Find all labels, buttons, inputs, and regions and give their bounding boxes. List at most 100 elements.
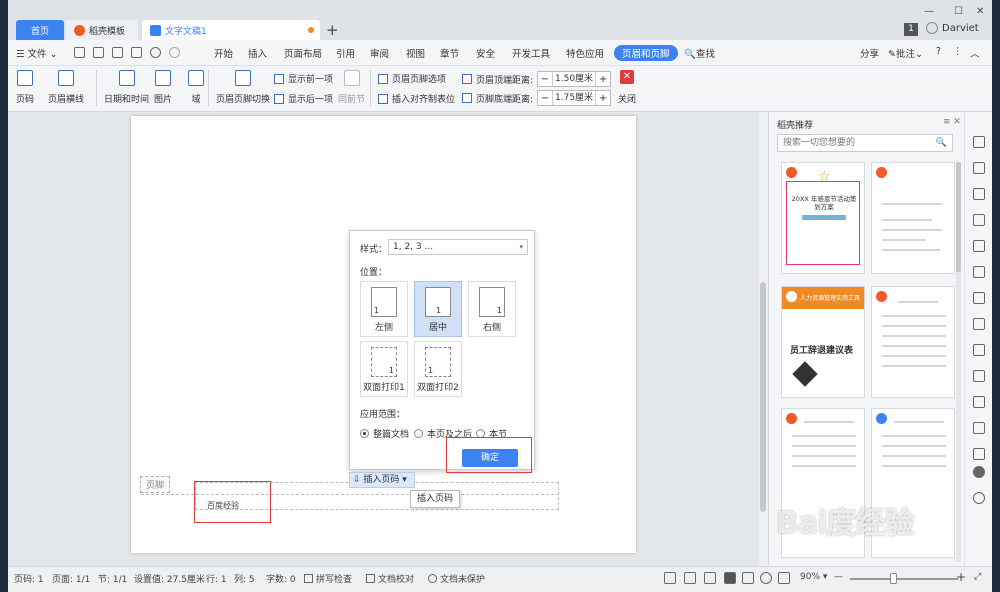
eye-protect-icon[interactable] — [778, 572, 790, 584]
spell-check-button[interactable]: 拼写检查 — [304, 572, 352, 585]
outline-view-icon[interactable] — [742, 572, 754, 584]
history-icon[interactable] — [973, 492, 985, 504]
writing-mode-icon[interactable] — [704, 572, 716, 584]
template-card[interactable]: ☆ 20XX 年感恩节活动策划方案 — [781, 162, 865, 274]
help-button[interactable]: ? — [936, 46, 941, 57]
style-icon[interactable] — [973, 214, 985, 226]
tab-document[interactable]: 文字文稿1 — [142, 20, 320, 40]
save-icon[interactable] — [74, 47, 85, 58]
datetime-button[interactable]: 日期和时间 — [104, 70, 149, 105]
menu-developer[interactable]: 开发工具 — [512, 46, 550, 60]
minimize-button[interactable]: — — [924, 6, 934, 17]
panel-title[interactable]: 稻壳推荐 — [777, 118, 813, 131]
picture-button[interactable]: 图片 — [154, 70, 172, 105]
header-line-button[interactable]: 页眉横线 — [48, 70, 84, 105]
reading-mode-icon[interactable] — [684, 572, 696, 584]
tab-home[interactable]: 首页 — [16, 20, 64, 40]
page-view-icon[interactable] — [724, 572, 736, 584]
more-icon[interactable]: ⋮ — [953, 46, 963, 57]
position-left[interactable]: 1 左侧 — [360, 281, 408, 337]
position-duplex-1[interactable]: 1 双面打印1 — [360, 341, 408, 397]
proofread-button[interactable]: 文档校对 — [366, 572, 414, 585]
menu-references[interactable]: 引用 — [336, 46, 355, 60]
archive-icon[interactable] — [973, 422, 985, 434]
template-search-input[interactable]: 搜索一切您想要的 🔍 — [777, 134, 953, 152]
status-section[interactable]: 节: 1/1 — [98, 572, 127, 585]
menu-insert[interactable]: 插入 — [248, 46, 267, 60]
find-button[interactable]: 🔍查找 — [684, 46, 715, 60]
zoom-out-button[interactable]: — — [834, 572, 843, 582]
backup-icon[interactable] — [973, 396, 985, 408]
menu-header-footer[interactable]: 页眉和页脚 — [614, 45, 678, 61]
status-page-num[interactable]: 页码: 1 — [14, 572, 44, 585]
new-tab-button[interactable]: + — [326, 20, 339, 40]
menu-review[interactable]: 审阅 — [370, 46, 389, 60]
position-right[interactable]: 1 右侧 — [468, 281, 516, 337]
status-setting[interactable]: 设置值: 27.5厘米 — [134, 572, 205, 585]
same-as-prev-button[interactable]: 同前节 — [338, 70, 365, 105]
page-count-badge[interactable]: 1 — [904, 23, 918, 36]
shapes-icon[interactable] — [973, 188, 985, 200]
document-scrollbar[interactable] — [759, 112, 768, 566]
share-icon[interactable] — [973, 370, 985, 382]
cursor-icon[interactable] — [973, 162, 985, 174]
menu-view[interactable]: 视图 — [406, 46, 425, 60]
template-card[interactable] — [871, 286, 955, 398]
layout-icon[interactable] — [973, 266, 985, 278]
template-card[interactable] — [871, 162, 955, 274]
image-icon[interactable] — [973, 448, 985, 460]
scrollbar-thumb[interactable] — [760, 282, 766, 512]
zoom-in-button[interactable]: + — [956, 570, 966, 584]
user-account[interactable]: Darviet — [926, 22, 979, 34]
page-number-button[interactable]: 页码 — [16, 70, 34, 105]
search-icon[interactable]: 🔍 — [936, 135, 947, 151]
decrease-button[interactable]: − — [538, 93, 552, 104]
header-top-value[interactable]: 1.50厘米 — [552, 72, 597, 86]
status-col[interactable]: 列: 5 — [234, 572, 255, 585]
zoom-slider-knob[interactable] — [890, 573, 897, 584]
print-preview-icon[interactable] — [131, 47, 142, 58]
status-pages[interactable]: 页面: 1/1 — [52, 572, 90, 585]
status-words[interactable]: 字数: 0 — [266, 572, 296, 585]
menu-chapter[interactable]: 章节 — [440, 46, 459, 60]
file-menu[interactable]: ☰ 文件 ⌄ — [16, 46, 58, 60]
redo-icon[interactable] — [169, 47, 180, 58]
zoom-level[interactable]: 90% ▾ — [800, 572, 827, 582]
field-button[interactable]: 域 — [188, 70, 204, 105]
maximize-button[interactable]: ☐ — [954, 6, 963, 17]
style-select[interactable]: 1, 2, 3 ... ▾ — [388, 239, 528, 255]
print-icon[interactable] — [112, 47, 123, 58]
footer-bottom-stepper[interactable]: −1.75厘米 + — [537, 90, 612, 106]
settings-icon[interactable] — [973, 318, 985, 330]
panel-controls[interactable]: ≡ ✕ — [943, 117, 961, 127]
position-center[interactable]: 1 居中 — [414, 281, 462, 337]
menu-start[interactable]: 开始 — [214, 46, 233, 60]
menu-special[interactable]: 特色应用 — [566, 46, 604, 60]
insert-page-number-button[interactable]: ⇩ 插入页码 ▾ — [349, 472, 415, 488]
footer-bottom-value[interactable]: 1.75厘米 — [552, 91, 597, 105]
range-whole-doc[interactable]: 整篇文档 — [360, 427, 409, 440]
panel-scrollbar[interactable] — [956, 162, 961, 562]
table-icon[interactable] — [973, 240, 985, 252]
status-row[interactable]: 行: 1 — [206, 572, 227, 585]
protect-button[interactable]: 文档未保护 — [428, 572, 485, 585]
export-pdf-icon[interactable] — [93, 47, 104, 58]
increase-button[interactable]: + — [596, 74, 610, 85]
docer-recommend-icon[interactable] — [973, 466, 985, 478]
close-window-button[interactable]: ✕ — [976, 6, 984, 17]
close-header-footer-button[interactable]: ✕ 关闭 — [618, 70, 636, 105]
fullscreen-icon[interactable] — [664, 572, 676, 584]
gallery-icon[interactable] — [973, 344, 985, 356]
insert-align-tab-button[interactable]: 插入对齐制表位 — [378, 92, 455, 105]
chart-icon[interactable] — [973, 292, 985, 304]
decrease-button[interactable]: − — [538, 74, 552, 85]
menu-security[interactable]: 安全 — [476, 46, 495, 60]
show-prev-button[interactable]: 显示前一项 — [274, 72, 333, 85]
header-footer-options-button[interactable]: 页眉页脚选项 — [378, 72, 446, 85]
collapse-ribbon-icon[interactable]: ︿ — [970, 46, 980, 60]
customize-chevron-icon[interactable] — [188, 47, 199, 58]
expand-icon[interactable]: ⤢ — [974, 572, 981, 582]
undo-icon[interactable] — [150, 47, 161, 58]
switch-header-footer-button[interactable]: 页眉页脚切换 — [216, 70, 270, 105]
scrollbar-thumb[interactable] — [956, 162, 961, 272]
